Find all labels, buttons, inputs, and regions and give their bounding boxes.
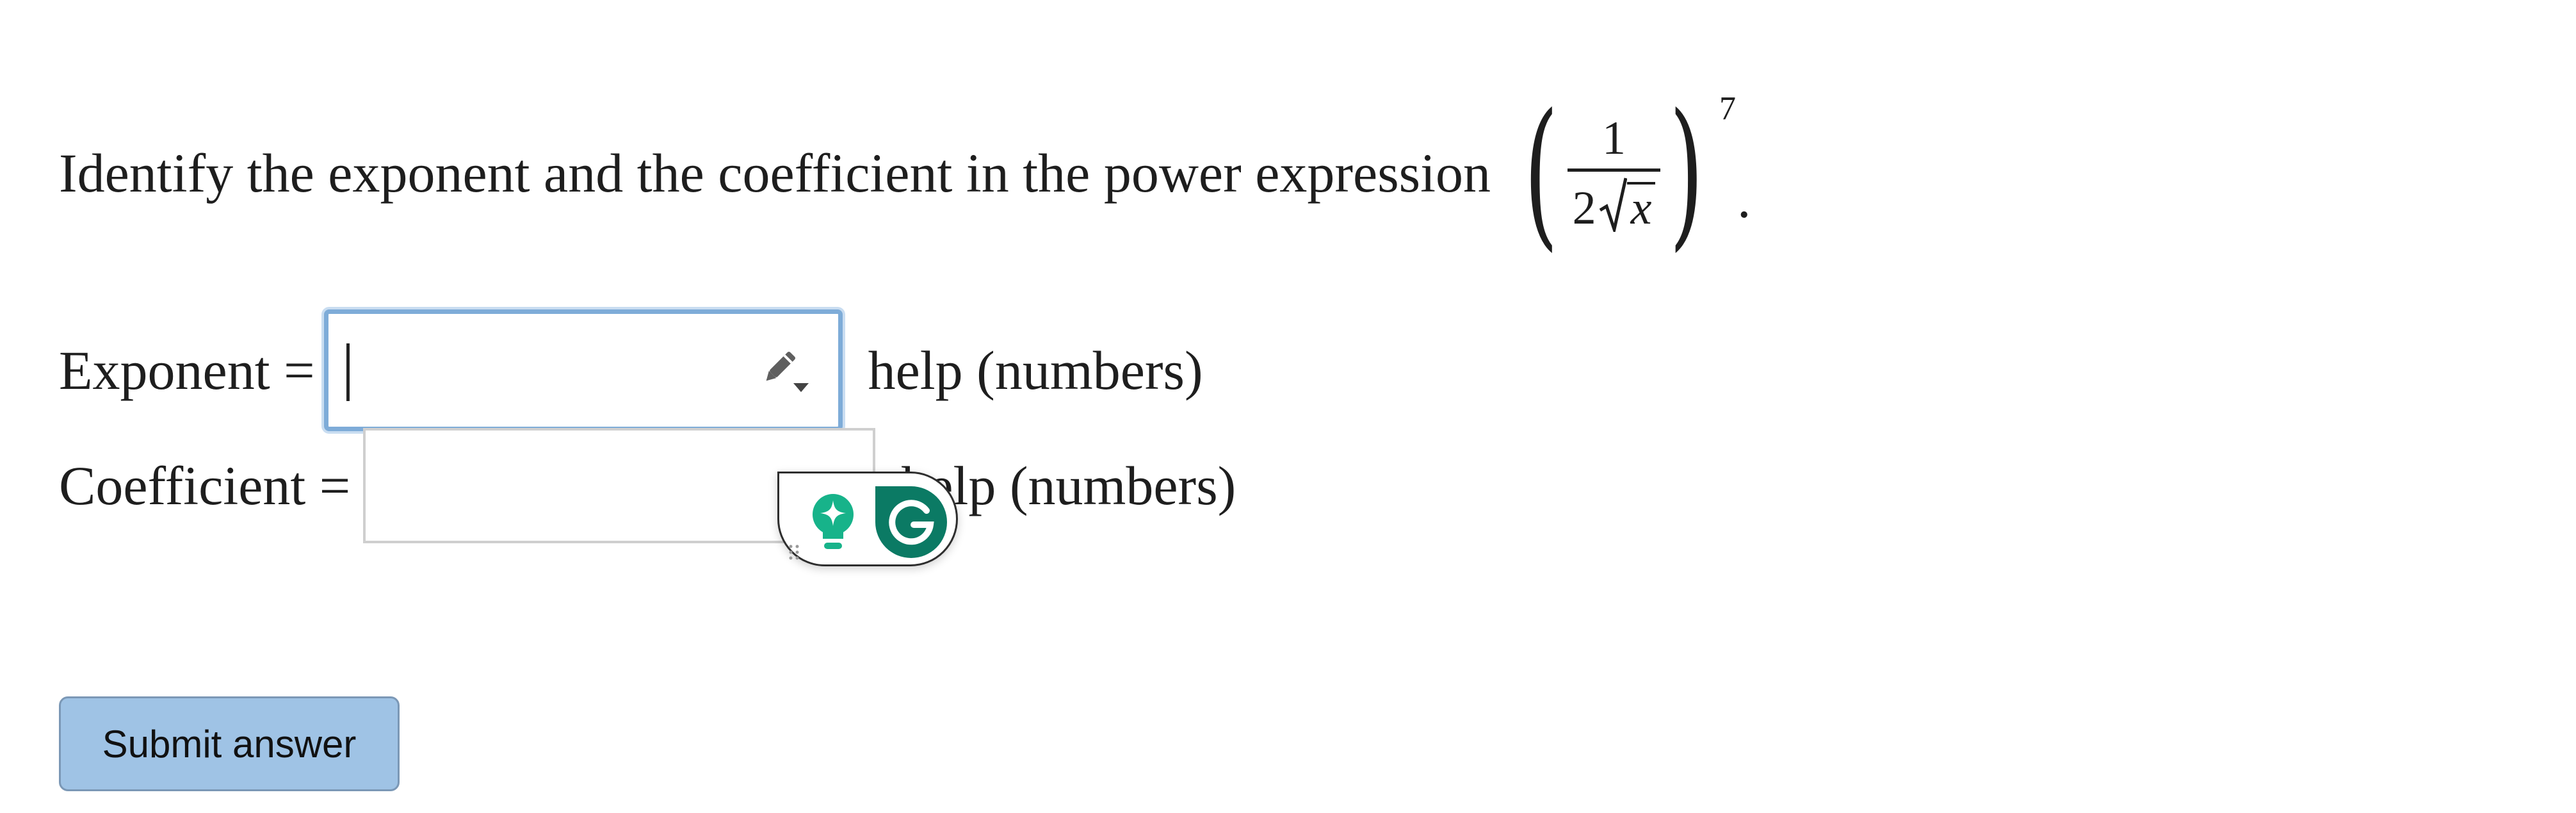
- text-caret: [346, 343, 350, 401]
- submit-answer-button[interactable]: Submit answer: [59, 696, 400, 791]
- expression-exponent: 7: [1719, 90, 1736, 127]
- exponent-input[interactable]: [323, 309, 843, 431]
- question-text-row: Identify the exponent and the coefficien…: [59, 90, 1751, 256]
- fraction: 1 2 x: [1567, 115, 1661, 232]
- left-paren: (: [1523, 79, 1559, 266]
- power-expression: ( 1 2 x ) 7: [1510, 79, 1736, 266]
- drag-grip-icon[interactable]: [787, 543, 802, 562]
- exponent-label: Exponent =: [59, 340, 315, 401]
- denominator-coefficient: 2: [1572, 181, 1596, 234]
- right-paren: ): [1669, 79, 1705, 266]
- grammarly-widget[interactable]: [777, 472, 958, 566]
- grammarly-g-icon[interactable]: [875, 486, 947, 558]
- coefficient-row: Coefficient = help (numbers): [59, 425, 1236, 546]
- question-text: Identify the exponent and the coefficien…: [59, 142, 1491, 204]
- pencil-dropdown-icon[interactable]: [755, 346, 813, 397]
- coefficient-label: Coefficient =: [59, 455, 351, 516]
- fraction-denominator: 2 x: [1567, 168, 1661, 232]
- fraction-numerator: 1: [1602, 111, 1626, 165]
- radical-sign-icon: [1599, 177, 1627, 232]
- radicand: x: [1626, 181, 1656, 232]
- lightbulb-sparkle-icon[interactable]: [809, 491, 857, 553]
- square-root: x: [1599, 177, 1656, 232]
- exponent-row: Exponent = help (numbers): [59, 309, 1203, 431]
- exponent-help-link[interactable]: help (numbers): [868, 338, 1203, 402]
- sentence-period: .: [1737, 168, 1751, 229]
